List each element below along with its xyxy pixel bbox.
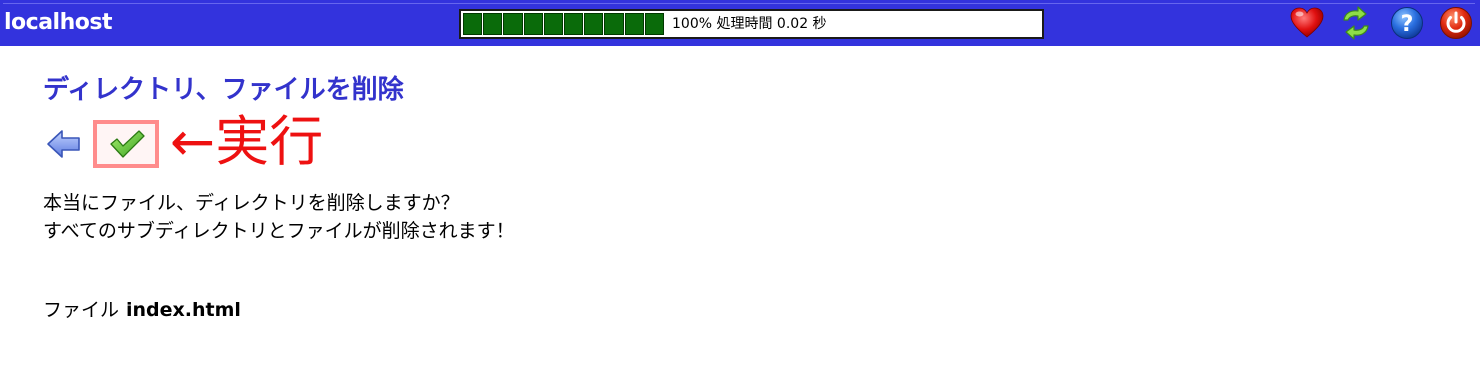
progress-segment <box>543 13 563 35</box>
app-title: localhost <box>4 10 112 35</box>
top-bar: localhost 100% 処理時間 0.02 秒 ? <box>0 0 1480 46</box>
target-file: ファイル index.html <box>43 296 241 324</box>
file-label: ファイル <box>43 299 120 321</box>
progress-bar: 100% 処理時間 0.02 秒 <box>459 9 1044 39</box>
help-icon[interactable]: ? <box>1390 6 1424 40</box>
progress-segment <box>523 13 543 35</box>
progress-segment <box>624 13 644 35</box>
progress-segment <box>644 13 664 35</box>
progress-segment <box>483 13 503 35</box>
refresh-icon[interactable] <box>1339 6 1373 40</box>
execute-annotation: ←実行 <box>170 110 324 173</box>
execute-button[interactable] <box>93 120 159 168</box>
back-arrow-icon[interactable] <box>46 128 82 160</box>
progress-fill <box>463 13 664 35</box>
progress-segment <box>463 13 483 35</box>
progress-label: 100% 処理時間 0.02 秒 <box>672 16 827 32</box>
warning-message: すべてのサブディレクトリとファイルが削除されます！ <box>43 220 515 242</box>
progress-segment <box>563 13 584 35</box>
progress-segment <box>604 13 624 35</box>
svg-text:?: ? <box>1401 12 1414 37</box>
progress-segment <box>584 13 604 35</box>
power-icon[interactable] <box>1439 6 1473 40</box>
page-title: ディレクトリ、ファイルを削除 <box>43 75 404 105</box>
confirm-message: 本当にファイル、ディレクトリを削除しますか？ <box>43 192 460 214</box>
file-name: index.html <box>126 299 241 321</box>
checkmark-icon <box>110 130 145 158</box>
progress-segment <box>503 13 523 35</box>
heart-icon[interactable] <box>1290 6 1324 40</box>
